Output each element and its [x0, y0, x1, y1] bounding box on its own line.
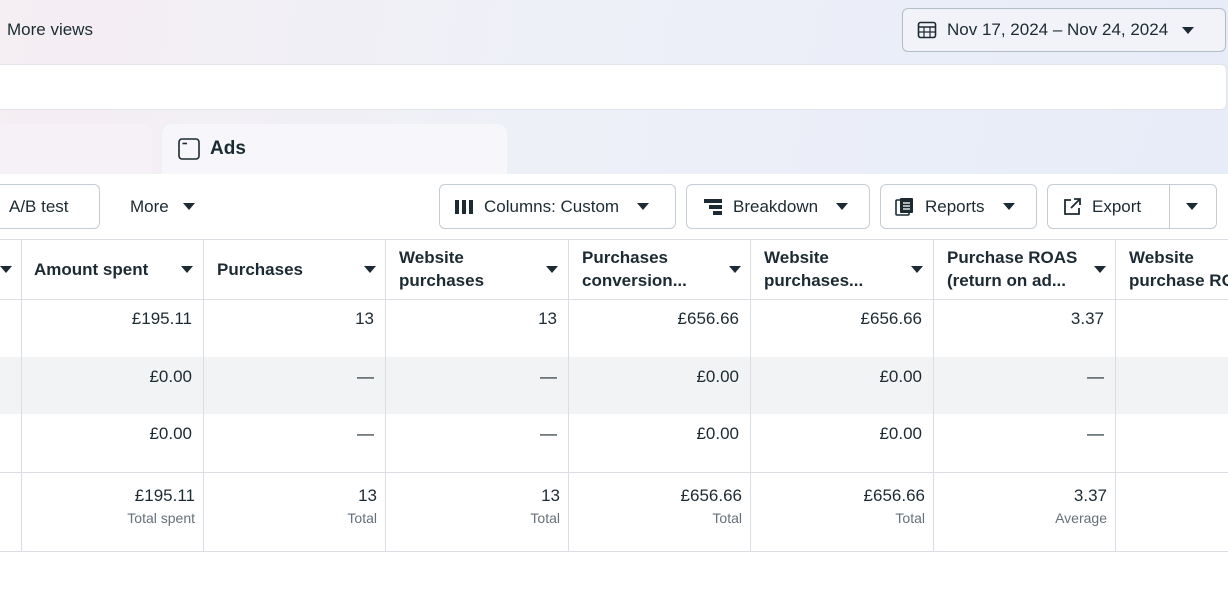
table-cell: — [1087, 367, 1104, 386]
table-cell: — [357, 367, 374, 386]
export-button[interactable]: Export [1047, 184, 1217, 229]
columns-label: Columns: Custom [484, 196, 620, 216]
search-filter-bar[interactable] [0, 64, 1227, 110]
table-cell: — [357, 424, 374, 443]
table-cell: — [540, 424, 557, 443]
date-range-label: Nov 17, 2024 – Nov 24, 2024 [947, 20, 1169, 39]
column-header-website-purchases[interactable]: Website purchases [399, 239, 567, 299]
date-range-picker[interactable]: Nov 17, 2024 – Nov 24, 2024 [902, 8, 1226, 52]
table-cell: £0.00 [149, 424, 192, 443]
table-cell: £656.66 [677, 309, 739, 328]
ab-test-button[interactable]: A/B test [0, 184, 100, 229]
reports-button[interactable]: Reports [880, 184, 1037, 229]
calendar-icon [917, 21, 937, 39]
chevron-down-icon [637, 203, 650, 210]
sort-chevron-icon[interactable] [364, 266, 376, 273]
more-label: More [130, 196, 169, 216]
table-toolbar: A/B test More Columns: Custom Breakdown [0, 174, 1228, 240]
table-cell: 3.37 [1070, 309, 1104, 328]
table-cell: £0.00 [879, 424, 922, 443]
ad-icon [178, 138, 200, 160]
breakdown-icon [704, 198, 722, 215]
table-cell: £0.00 [879, 367, 922, 386]
tab-ads-label: Ads [210, 138, 246, 159]
column-header-purchase-roas[interactable]: Purchase ROAS (return on ad... [947, 239, 1115, 299]
tab-ads[interactable]: Ads [162, 124, 507, 174]
chevron-down-icon [836, 203, 849, 210]
table-cell: 13 [355, 309, 374, 328]
sort-chevron-icon[interactable] [546, 266, 558, 273]
total-value: £656.66 [680, 486, 742, 505]
total-value: 13 [358, 486, 377, 505]
breakdown-label: Breakdown [733, 196, 819, 216]
sort-chevron-icon[interactable] [729, 266, 741, 273]
table-cell: £0.00 [149, 367, 192, 386]
column-header-website-purchases-value[interactable]: Website purchases... [764, 239, 932, 299]
more-button[interactable]: More [110, 184, 220, 229]
column-header-website-purchase-roas[interactable]: Website purchase RO [1129, 239, 1228, 299]
table-cell: £656.66 [860, 309, 922, 328]
total-label: Total [895, 510, 925, 526]
total-value: 13 [541, 486, 560, 505]
total-label: Total [530, 510, 560, 526]
reports-label: Reports [925, 196, 985, 216]
external-link-icon [1064, 197, 1081, 215]
more-views-link[interactable]: More views [7, 20, 93, 40]
column-header-amount-spent[interactable]: Amount spent [34, 239, 202, 299]
sort-chevron-icon[interactable] [181, 266, 193, 273]
export-label: Export [1092, 196, 1142, 216]
export-divider [1169, 185, 1170, 228]
reports-icon [895, 197, 913, 216]
table-cell: £0.00 [696, 367, 739, 386]
column-header-purchases-conversion[interactable]: Purchases conversion... [582, 239, 750, 299]
export-options-chevron-icon[interactable] [1186, 203, 1198, 210]
chevron-down-icon [182, 203, 195, 210]
table-cell: £0.00 [696, 424, 739, 443]
total-value: 3.37 [1073, 486, 1107, 505]
total-value: £195.11 [134, 486, 195, 505]
total-value: £656.66 [863, 486, 925, 505]
total-label: Average [1055, 510, 1107, 526]
column-header-purchases[interactable]: Purchases [217, 239, 385, 299]
table-cell: — [540, 367, 557, 386]
total-label: Total [347, 510, 377, 526]
chevron-down-icon [1182, 26, 1195, 34]
table-cell: — [1087, 424, 1104, 443]
sort-chevron-icon[interactable] [0, 266, 12, 273]
columns-button[interactable]: Columns: Custom [439, 184, 676, 229]
tab-ad-sets[interactable] [0, 124, 152, 174]
columns-icon [455, 199, 473, 214]
ab-test-label: A/B test [9, 196, 69, 216]
chevron-down-icon [1002, 203, 1015, 210]
sort-chevron-icon[interactable] [1094, 266, 1106, 273]
table-cell: 13 [538, 309, 557, 328]
table-cell: £195.11 [131, 309, 192, 328]
sort-chevron-icon[interactable] [911, 266, 923, 273]
total-label: Total [712, 510, 742, 526]
total-label: Total spent [127, 510, 195, 526]
breakdown-button[interactable]: Breakdown [686, 184, 870, 229]
